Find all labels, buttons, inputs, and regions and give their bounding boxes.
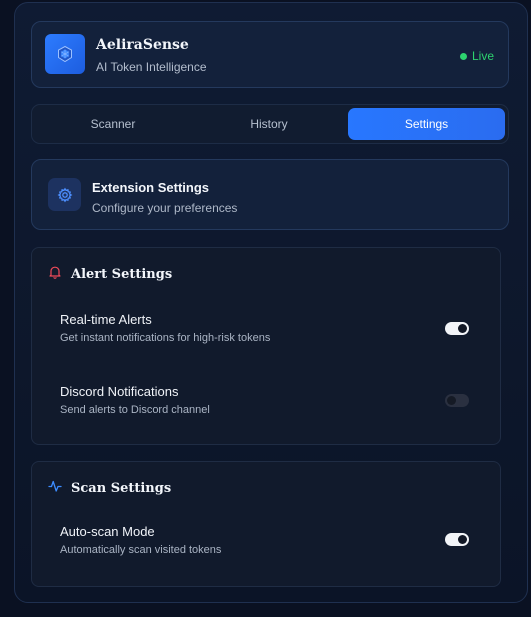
extension-window: AeliraSense AI Token Intelligence Live S… [14, 2, 528, 603]
gear-icon [48, 178, 81, 211]
tab-scanner[interactable]: Scanner [36, 108, 190, 140]
bell-icon [48, 265, 62, 284]
tab-bar: Scanner History Settings [31, 104, 509, 144]
app-subtitle: AI Token Intelligence [96, 60, 207, 74]
scan-settings-title: Scan Settings [71, 481, 172, 496]
real-time-alerts-label: Real-time Alerts [60, 312, 152, 327]
shield-cube-icon [45, 34, 85, 74]
tab-history[interactable]: History [192, 108, 346, 140]
auto-scan-mode-description: Automatically scan visited tokens [60, 544, 222, 556]
app-header: AeliraSense AI Token Intelligence Live [31, 21, 509, 88]
settings-header-card: Extension Settings Configure your prefer… [31, 159, 509, 230]
discord-notifications-description: Send alerts to Discord channel [60, 404, 210, 416]
scan-settings-header: Scan Settings [48, 479, 171, 498]
toggle-knob [458, 535, 467, 544]
app-title: AeliraSense [96, 37, 189, 53]
discord-notifications-toggle[interactable] [445, 394, 469, 407]
activity-icon [48, 479, 62, 498]
discord-notifications-label: Discord Notifications [60, 384, 179, 399]
scan-settings-section: Scan Settings Auto-scan Mode Automatical… [31, 461, 501, 587]
settings-subtitle: Configure your preferences [92, 201, 238, 215]
live-status-label: Live [471, 49, 494, 63]
alert-settings-header: Alert Settings [48, 265, 172, 284]
real-time-alerts-description: Get instant notifications for high-risk … [60, 332, 271, 344]
alert-settings-section: Alert Settings Real-time Alerts Get inst… [31, 247, 501, 445]
toggle-knob [447, 396, 456, 405]
settings-scroll-area[interactable]: Alert Settings Real-time Alerts Get inst… [31, 245, 511, 589]
live-status: Live [459, 49, 494, 63]
auto-scan-mode-toggle[interactable] [445, 533, 469, 546]
settings-title: Extension Settings [92, 180, 210, 195]
tab-settings[interactable]: Settings [348, 108, 505, 140]
auto-scan-mode-label: Auto-scan Mode [60, 524, 155, 539]
toggle-knob [458, 324, 467, 333]
alert-settings-title: Alert Settings [71, 267, 173, 282]
status-dot-icon [459, 52, 467, 60]
real-time-alerts-toggle[interactable] [445, 322, 469, 335]
